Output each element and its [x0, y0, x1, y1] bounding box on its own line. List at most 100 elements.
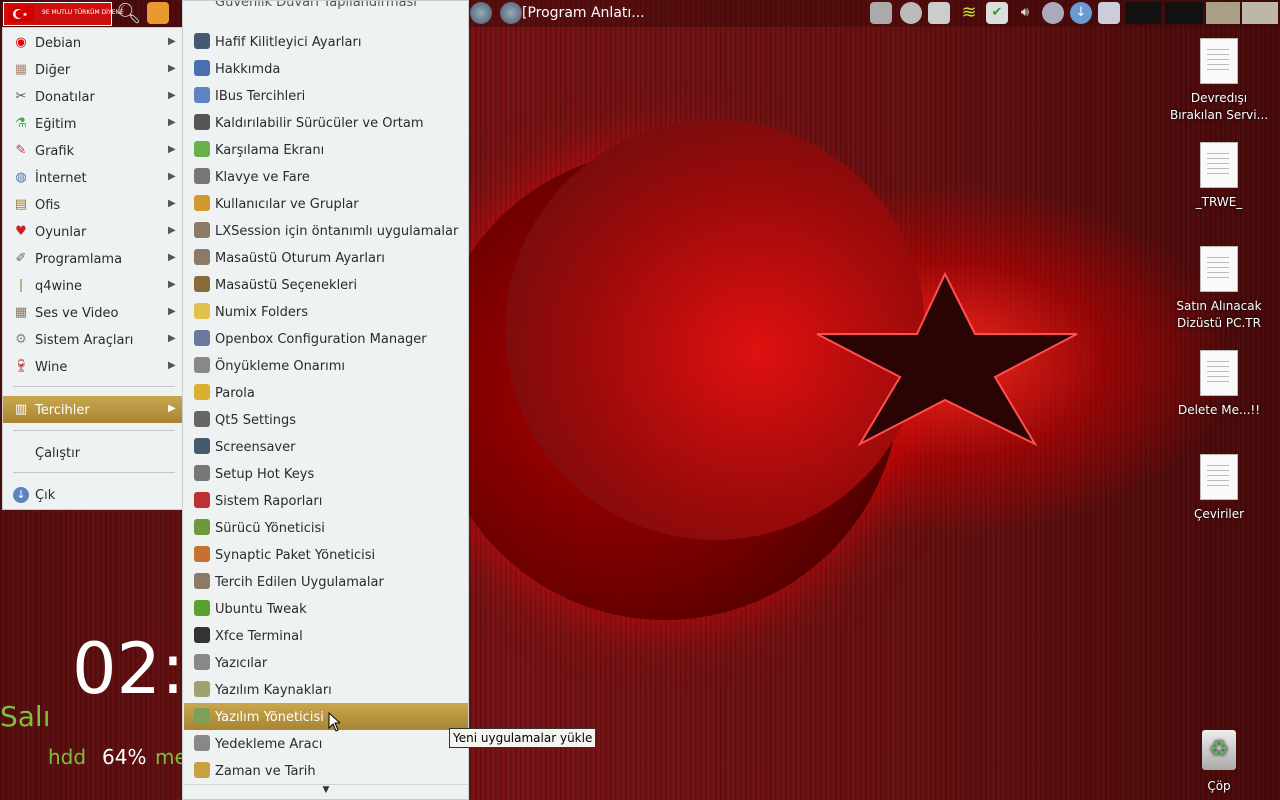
submenu-item[interactable]: Masaüstü Oturum Ayarları	[184, 244, 468, 271]
preferences-submenu: Güvenlik Duvarı Yapılandırması Hafif Kil…	[182, 0, 469, 800]
category-debian[interactable]: ◉ Debian ▶	[3, 29, 183, 56]
submenu-item[interactable]: Zaman ve Tarih	[184, 757, 468, 784]
system-tools-icon: ⚙	[15, 332, 27, 347]
submenu-item[interactable]: Yazılım Kaynakları	[184, 676, 468, 703]
submenu-item[interactable]: Yazıcılar	[184, 649, 468, 676]
category-programming[interactable]: ✐ Programlama ▶	[3, 245, 183, 272]
browser-icon[interactable]	[470, 2, 492, 24]
star-wallpaper	[816, 272, 1078, 447]
submenu-item[interactable]: Yazılım Yöneticisi	[184, 703, 468, 730]
printer-icon	[194, 654, 210, 670]
submenu-item[interactable]: Qt5 Settings	[184, 406, 468, 433]
category-label: Wine	[35, 360, 68, 375]
submenu-label: Zaman ve Tarih	[215, 764, 316, 779]
lock-icon[interactable]	[1042, 2, 1064, 24]
submenu-item[interactable]: Hakkımda	[184, 55, 468, 82]
submenu-item[interactable]: Önyükleme Onarımı	[184, 352, 468, 379]
logout-item[interactable]: ↓ Çık	[3, 481, 183, 508]
document-icon	[1200, 142, 1238, 188]
submenu-item[interactable]: Xfce Terminal	[184, 622, 468, 649]
taskbar-window-title[interactable]: [Program Anlatı...	[522, 5, 645, 21]
submenu-label: Sürücü Yöneticisi	[215, 521, 325, 536]
submenu-label: Güvenlik Duvarı Yapılandırması	[215, 1, 417, 10]
submenu-item[interactable]: Ubuntu Tweak	[184, 595, 468, 622]
category-internet[interactable]: ◍ İnternet ▶	[3, 164, 183, 191]
category-label: Tercihler	[35, 403, 90, 418]
desktop-icon-disabled-services[interactable]: Devredışı Bırakılan Servi...	[1164, 38, 1274, 124]
battery-icon[interactable]	[928, 2, 950, 24]
category-multimedia[interactable]: ▦ Ses ve Video ▶	[3, 299, 183, 326]
terminal-icon	[194, 627, 210, 643]
submenu-item[interactable]: Klavye ve Fare	[184, 163, 468, 190]
submenu-item[interactable]: Setup Hot Keys	[184, 460, 468, 487]
scroll-down-arrow-icon[interactable]: ▼	[184, 784, 468, 800]
run-command-item[interactable]: Çalıştır	[3, 439, 183, 466]
desktop-icon-trwe[interactable]: _TRWE_	[1164, 142, 1274, 211]
education-icon: ⚗	[15, 116, 27, 131]
submenu-label: Yazıcılar	[215, 656, 268, 671]
submenu-item[interactable]: IBus Tercihleri	[184, 82, 468, 109]
submenu-item[interactable]: Tercih Edilen Uygulamalar	[184, 568, 468, 595]
category-education[interactable]: ⚗ Eğitim ▶	[3, 110, 183, 137]
category-system-tools[interactable]: ⚙ Sistem Araçları ▶	[3, 326, 183, 353]
chevron-right-icon: ▶	[168, 360, 176, 371]
category-label: q4wine	[35, 279, 83, 294]
submenu-item[interactable]: Kullanıcılar ve Gruplar	[184, 190, 468, 217]
category-office[interactable]: ▤ Ofis ▶	[3, 191, 183, 218]
hotkeys-icon	[194, 465, 210, 481]
submenu-item[interactable]: Parola	[184, 379, 468, 406]
category-accessories[interactable]: ✂ Donatılar ▶	[3, 83, 183, 110]
submenu-partial-item[interactable]: Güvenlik Duvarı Yapılandırması	[184, 1, 468, 19]
windows-icon[interactable]	[1098, 2, 1120, 24]
update-check-icon[interactable]: ✔	[986, 2, 1008, 24]
submenu-item[interactable]: Karşılama Ekranı	[184, 136, 468, 163]
menu-separator	[13, 430, 175, 431]
chevron-right-icon: ▶	[168, 144, 176, 155]
submenu-item[interactable]: Openbox Configuration Manager	[184, 325, 468, 352]
category-label: Ofis	[35, 198, 61, 213]
category-q4wine[interactable]: ǀ q4wine ▶	[3, 272, 183, 299]
workspace-2-icon[interactable]	[1242, 2, 1278, 24]
trash-icon-item[interactable]: ♻ Çöp	[1164, 730, 1274, 795]
search-icon[interactable]: 🔍︎	[116, 2, 141, 24]
category-preferences[interactable]: ▥ Tercihler ▶	[3, 396, 183, 423]
driver-manager-icon	[194, 519, 210, 535]
submenu-item[interactable]: Hafif Kilitleyici Ayarları	[184, 28, 468, 55]
desktop-icon-delete-me[interactable]: Delete Me...!!	[1164, 350, 1274, 419]
category-other[interactable]: ▦ Diğer ▶	[3, 56, 183, 83]
desktop-icon-laptop-pc[interactable]: Satın Alınacak Dizüstü PC.TR	[1164, 246, 1274, 332]
chevron-right-icon: ▶	[168, 117, 176, 128]
desktop-icon-label: Dizüstü PC.TR	[1177, 316, 1261, 330]
submenu-item[interactable]: Synaptic Paket Yöneticisi	[184, 541, 468, 568]
submenu-item[interactable]: Yedekleme Aracı	[184, 730, 468, 757]
submenu-item[interactable]: Sistem Raporları	[184, 487, 468, 514]
chevron-right-icon: ▶	[168, 333, 176, 344]
file-manager-icon[interactable]	[147, 2, 169, 24]
category-label: Donatılar	[35, 90, 95, 105]
category-label: İnternet	[35, 171, 87, 186]
category-wine[interactable]: 🍷︎ Wine ▶	[3, 353, 183, 380]
download-icon[interactable]: ↓	[1070, 2, 1092, 24]
submenu-label: Tercih Edilen Uygulamalar	[215, 575, 384, 590]
category-graphics[interactable]: ✎ Grafik ▶	[3, 137, 183, 164]
desktop-icon-translations[interactable]: Çeviriler	[1164, 454, 1274, 523]
submenu-item[interactable]: Numix Folders	[184, 298, 468, 325]
submenu-item[interactable]: LXSession için öntanımlı uygulamalar	[184, 217, 468, 244]
submenu-item[interactable]: Sürücü Yöneticisi	[184, 514, 468, 541]
internet-icon: ◍	[15, 170, 27, 185]
conky-hdd-label: hdd	[48, 745, 87, 769]
chat-icon[interactable]	[900, 2, 922, 24]
tooltip: Yeni uygulamalar yükle	[449, 728, 597, 748]
submenu-item[interactable]: Kaldırılabilir Sürücüler ve Ortam	[184, 109, 468, 136]
submenu-item[interactable]: Screensaver	[184, 433, 468, 460]
volume-icon[interactable]: 🔊︎	[1014, 2, 1036, 24]
mouse-cursor-icon	[328, 712, 340, 732]
start-menu-button[interactable]: 9E MUTLU TÜRKÜM DİYENE	[3, 2, 124, 26]
chevron-right-icon: ▶	[168, 198, 176, 209]
category-games[interactable]: ♥ Oyunlar ▶	[3, 218, 183, 245]
wifi-icon[interactable]: ≋	[958, 2, 980, 24]
workspace-1-icon[interactable]	[1206, 2, 1240, 24]
clipboard-icon[interactable]	[870, 2, 892, 24]
submenu-label: Hafif Kilitleyici Ayarları	[215, 35, 362, 50]
submenu-item[interactable]: Masaüstü Seçenekleri	[184, 271, 468, 298]
